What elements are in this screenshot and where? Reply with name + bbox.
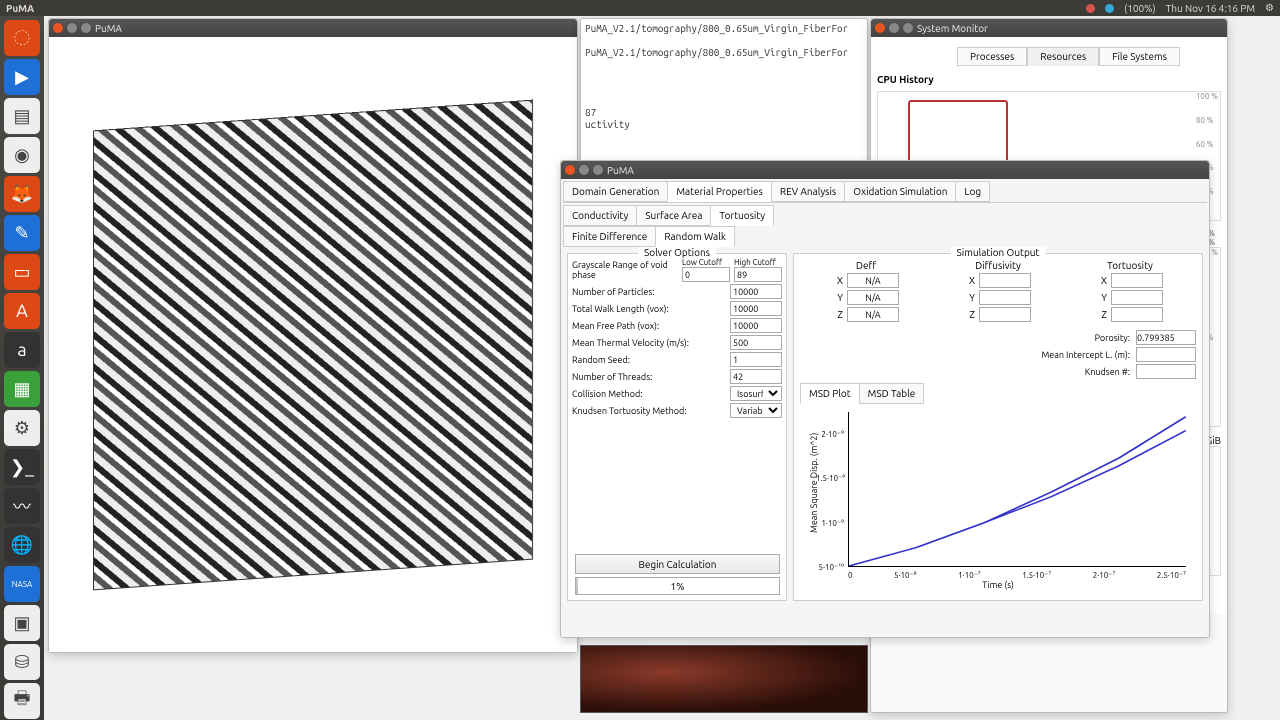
low-cutoff-input[interactable] (682, 267, 730, 282)
dash-icon[interactable]: ◌ (4, 20, 40, 56)
minimize-icon[interactable] (889, 23, 899, 33)
tab-random-walk[interactable]: Random Walk (655, 226, 735, 247)
tab-tortuosity[interactable]: Tortuosity (710, 205, 774, 226)
tab-rev-analysis[interactable]: REV Analysis (771, 181, 845, 202)
cpu-history-label: CPU History (877, 74, 1221, 85)
sysmon-tab-bar: Processes Resources File Systems (957, 47, 1221, 66)
software-center-icon[interactable]: A (4, 293, 40, 329)
tortuosity-x (1111, 273, 1163, 288)
intercept-output (1136, 347, 1196, 362)
knudsen-method-select[interactable]: Variable (730, 403, 782, 418)
close-icon[interactable] (875, 23, 885, 33)
record-indicator-icon (1086, 4, 1095, 13)
close-icon[interactable] (53, 23, 63, 33)
workspace-icon[interactable]: ▣ (4, 605, 40, 641)
minimize-icon[interactable] (67, 23, 77, 33)
unity-launcher: ◌ ▶ ▤ ◉ 🦊 ✎ ▭ A a ▦ ⚙ ❯_ 〰 🌐 NASA ▣ ⛁ 🖶 (0, 16, 44, 720)
tab-filesystems[interactable]: File Systems (1099, 47, 1180, 66)
tab-log[interactable]: Log (955, 181, 990, 202)
clock[interactable]: Thu Nov 16 4:16 PM (1166, 3, 1255, 14)
tortuosity-z (1111, 307, 1163, 322)
tab-domain-generation[interactable]: Domain Generation (563, 181, 668, 202)
media-player-icon[interactable]: ▶ (4, 59, 40, 95)
window-title: System Monitor (917, 23, 988, 34)
deff-x (847, 273, 899, 288)
walk-length-input[interactable] (730, 301, 782, 316)
deff-y (847, 290, 899, 305)
msd-plot-chart (848, 412, 1186, 567)
maximize-icon[interactable] (81, 23, 91, 33)
nasa-icon[interactable]: NASA (4, 566, 40, 602)
msd-xlabel: Time (s) (800, 580, 1196, 590)
random-seed-input[interactable] (730, 352, 782, 367)
terminal-window: PuMA_V2.1/tomography/800_0.65um_Virgin_F… (580, 18, 868, 163)
calculation-progress-bar: 1% (575, 577, 780, 595)
tab-msd-table[interactable]: MSD Table (859, 383, 925, 404)
window-title: PuMA (607, 165, 634, 176)
system-monitor-icon[interactable]: 〰 (4, 488, 40, 524)
files-icon[interactable]: ▤ (4, 98, 40, 134)
knudsen-output (1136, 364, 1196, 379)
desktop-topbar: PuMA (100%) Thu Nov 16 4:16 PM ⚙ (0, 0, 1280, 16)
fiber-volume-render (93, 99, 533, 590)
firefox-icon[interactable]: 🦊 (4, 176, 40, 212)
maximize-icon[interactable] (593, 165, 603, 175)
main-tab-bar: Domain Generation Material Properties RE… (563, 181, 1207, 203)
close-icon[interactable] (565, 165, 575, 175)
amazon-icon[interactable]: a (4, 332, 40, 368)
globe-icon[interactable]: 🌐 (4, 527, 40, 563)
tab-surface-area[interactable]: Surface Area (636, 205, 711, 226)
calc-icon[interactable]: ▦ (4, 371, 40, 407)
tab-resources[interactable]: Resources (1027, 47, 1099, 66)
thermal-velocity-input[interactable] (730, 335, 782, 350)
impress-icon[interactable]: ▭ (4, 254, 40, 290)
num-particles-input[interactable] (730, 284, 782, 299)
disk-icon[interactable]: ⛁ (4, 644, 40, 680)
threads-input[interactable] (730, 369, 782, 384)
puma-viewer-window: PuMA (48, 18, 578, 653)
solver-options-panel: Solver Options Grayscale Range of void p… (567, 253, 787, 601)
tab-finite-difference[interactable]: Finite Difference (563, 226, 656, 247)
minimize-icon[interactable] (579, 165, 589, 175)
settings-icon[interactable]: ⚙ (4, 410, 40, 446)
desktop-wallpaper-image (580, 645, 868, 713)
porosity-output (1136, 330, 1196, 345)
diffusivity-y (979, 290, 1031, 305)
begin-calculation-button[interactable]: Begin Calculation (575, 554, 780, 574)
collision-method-select[interactable]: Isosurface (730, 386, 782, 401)
maximize-icon[interactable] (903, 23, 913, 33)
deff-z (847, 307, 899, 322)
window-title: PuMA (95, 23, 122, 34)
terminal-output[interactable]: PuMA_V2.1/tomography/800_0.65um_Virgin_F… (581, 19, 867, 135)
tortuosity-y (1111, 290, 1163, 305)
writer-icon[interactable]: ✎ (4, 215, 40, 251)
terminal-icon[interactable]: ❯_ (4, 449, 40, 485)
diffusivity-x (979, 273, 1031, 288)
chrome-icon[interactable]: ◉ (4, 137, 40, 173)
tab-oxidation-simulation[interactable]: Oxidation Simulation (844, 181, 956, 202)
simulation-output-panel: Simulation Output Deff X Y Z Diffusivity… (793, 253, 1203, 601)
3d-viewport[interactable] (49, 37, 577, 652)
puma-dialog-window: PuMA Domain Generation Material Properti… (560, 160, 1210, 638)
diffusivity-z (979, 307, 1031, 322)
high-cutoff-input[interactable] (734, 267, 782, 282)
tab-conductivity[interactable]: Conductivity (563, 205, 637, 226)
gear-icon[interactable]: ⚙ (1265, 2, 1274, 14)
active-app-name: PuMA (6, 3, 34, 14)
tab-material-properties[interactable]: Material Properties (667, 181, 772, 202)
battery-status[interactable]: (100%) (1124, 3, 1156, 14)
tab-processes[interactable]: Processes (957, 47, 1027, 66)
skype-icon[interactable] (1105, 4, 1114, 13)
printer-icon[interactable]: 🖶 (4, 683, 40, 719)
mean-free-path-input[interactable] (730, 318, 782, 333)
tab-msd-plot[interactable]: MSD Plot (800, 383, 860, 404)
